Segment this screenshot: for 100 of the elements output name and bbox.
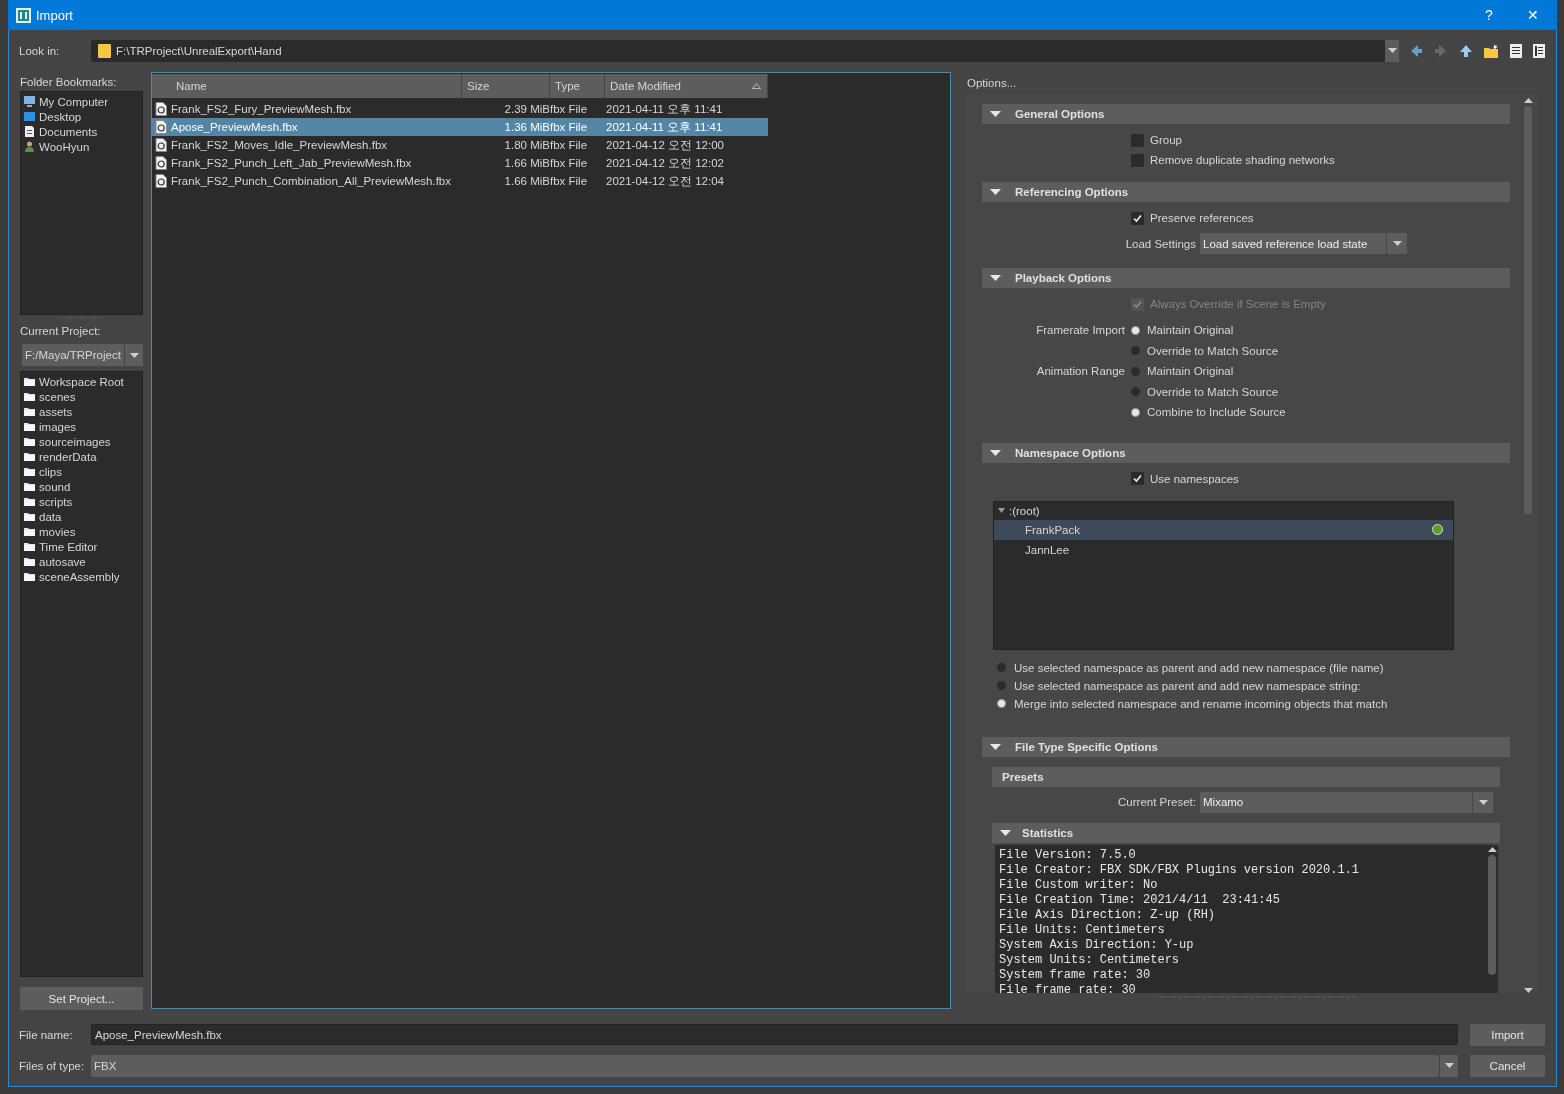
folder-item[interactable]: data xyxy=(39,510,62,523)
dropdown-button[interactable] xyxy=(125,344,143,366)
column-header[interactable]: Date Modified xyxy=(605,74,768,98)
checkbox[interactable] xyxy=(1131,153,1144,167)
file-name: Frank_FS2_Moves_Idle_PreviewMesh.fbx xyxy=(171,139,388,151)
folder-item[interactable]: autosave xyxy=(39,555,86,568)
folder-item[interactable]: Workspace Root xyxy=(39,375,124,388)
collapse-arrow-icon xyxy=(989,189,1001,195)
bookmark-item[interactable]: Desktop xyxy=(39,110,82,123)
dropdown-button[interactable] xyxy=(1387,233,1407,254)
folder-icon xyxy=(24,467,35,476)
window-title: Import xyxy=(36,7,73,23)
section-header[interactable]: File Type Specific Options xyxy=(982,736,1510,757)
folder-item[interactable]: sourceimages xyxy=(39,435,111,448)
checkbox-label: Remove duplicate shading networks xyxy=(1150,154,1335,166)
up-arrow-icon[interactable] xyxy=(1459,43,1473,58)
dropdown-field[interactable]: Load saved reference load state xyxy=(1200,233,1386,254)
column-header[interactable]: Size xyxy=(462,74,550,98)
folder-item[interactable]: images xyxy=(39,420,77,433)
folder-icon xyxy=(24,407,35,416)
folder-item[interactable]: clips xyxy=(39,465,62,478)
radio-button[interactable] xyxy=(997,681,1006,690)
computer-icon xyxy=(24,96,35,107)
resize-grip-icon xyxy=(61,316,102,319)
section-header[interactable]: Referencing Options xyxy=(982,182,1510,202)
tree-row[interactable]: FrankPack xyxy=(994,519,1453,540)
current-project-label: Current Project: xyxy=(20,324,101,337)
section-header[interactable]: General Options xyxy=(982,104,1510,124)
dropdown-field[interactable]: Mixamo xyxy=(1200,791,1472,813)
list-view-icon[interactable] xyxy=(1510,43,1522,58)
look-in-field[interactable]: F:\TRProject\UnrealExport\Hand xyxy=(91,39,1385,62)
file-type: fbx File xyxy=(550,103,589,115)
cancel-button[interactable]: Cancel xyxy=(1470,1054,1545,1077)
file-row[interactable]: Frank_FS2_Punch_Left_Jab_PreviewMesh.fbx 1.66 MiBfbx File 2021-04-12 오전 12:02 xyxy=(152,154,768,172)
folder-icon xyxy=(24,377,35,386)
radio-label: Maintain Original xyxy=(1147,324,1234,337)
scroll-up-icon[interactable] xyxy=(1487,846,1497,852)
project-dropdown[interactable]: F:/Maya/TRProject xyxy=(22,344,124,366)
radio-button[interactable] xyxy=(997,699,1006,708)
radio-button[interactable] xyxy=(1131,325,1140,335)
file-row[interactable]: Frank_FS2_Punch_Combination_All_PreviewMesh.fbx 1.66 MiBfbx File 2021-04-12 오전 12:04 xyxy=(152,172,768,190)
folder-item[interactable]: assets xyxy=(39,405,73,418)
radio-button[interactable] xyxy=(1131,366,1140,376)
dropdown-button[interactable] xyxy=(1440,1054,1458,1077)
tree-item[interactable]: :(root) xyxy=(1009,504,1040,517)
radio-button[interactable] xyxy=(997,663,1006,672)
field-label: Framerate Import xyxy=(1035,323,1126,338)
folder-item[interactable]: renderData xyxy=(39,450,97,463)
column-header[interactable]: Name xyxy=(152,74,462,98)
dropdown-button[interactable] xyxy=(1473,791,1493,813)
scrollbar-thumb[interactable] xyxy=(1488,854,1496,975)
bookmark-item[interactable]: My Computer xyxy=(39,95,109,108)
radio-button[interactable] xyxy=(1131,407,1140,417)
folder-item[interactable]: sound xyxy=(39,480,71,493)
checkbox[interactable] xyxy=(1131,472,1144,485)
checkbox[interactable] xyxy=(1131,133,1144,147)
caret-icon xyxy=(1478,799,1488,805)
set-project-button[interactable]: Set Project... xyxy=(20,987,143,1010)
section-header[interactable]: Playback Options xyxy=(982,268,1510,288)
folder-item[interactable]: scenes xyxy=(39,390,76,403)
detail-view-icon[interactable] xyxy=(1533,43,1545,58)
section-header[interactable]: Namespace Options xyxy=(982,442,1510,463)
checkbox[interactable] xyxy=(1131,211,1144,225)
subsection-header[interactable]: Statistics xyxy=(992,822,1500,843)
help-button[interactable]: ? xyxy=(1467,7,1511,23)
statistics-text: File Version: 7.5.0 File Creator: FBX SDK/FBX Plugins version 2020.1.1 File Custom writer: No File Creation Time: 2021/4/11 23:41:45 File Axis Direction: Z-up (RH) File Units: Centimeters System Axis Direction: Y-up System Units: Centimeters System frame rate: 30 File frame rate: 30 xyxy=(998,846,1361,993)
file-row[interactable]: Frank_FS2_Fury_PreviewMesh.fbx 2.39 MiBfbx File 2021-04-11 오후 11:41 xyxy=(152,100,768,118)
collapse-arrow-icon xyxy=(989,743,1001,750)
folder-item[interactable]: Time Editor xyxy=(39,540,98,553)
folder-icon xyxy=(24,527,35,536)
look-in-label: Look in: xyxy=(19,44,61,57)
scroll-up-icon[interactable] xyxy=(1523,98,1533,103)
tree-row[interactable]: JannLee xyxy=(994,539,1453,560)
file-date: 2021-04-12 오전 12:04 xyxy=(605,173,725,189)
file-date: 2021-04-12 오전 12:02 xyxy=(605,155,725,171)
folder-icon xyxy=(24,512,35,521)
subsection-header[interactable]: Presets xyxy=(992,766,1500,787)
folder-item[interactable]: scripts xyxy=(39,495,73,508)
bookmark-item[interactable]: WooHyun xyxy=(39,140,90,153)
scroll-down-icon[interactable] xyxy=(1523,988,1533,993)
file-name-field[interactable]: Apose_PreviewMesh.fbx xyxy=(91,1024,1458,1045)
import-button[interactable]: Import xyxy=(1470,1023,1545,1046)
back-arrow-icon[interactable] xyxy=(1409,43,1423,58)
file-type: fbx File xyxy=(550,139,589,151)
radio-button[interactable] xyxy=(1131,346,1140,356)
folder-item[interactable]: sceneAssembly xyxy=(39,570,120,583)
column-header[interactable]: Type xyxy=(550,74,605,98)
bookmark-item[interactable]: Documents xyxy=(39,125,98,138)
folder-item[interactable]: movies xyxy=(39,525,76,538)
close-button[interactable]: ✕ xyxy=(1511,7,1555,23)
folder-icon xyxy=(24,497,35,506)
new-folder-icon[interactable] xyxy=(1484,43,1499,58)
dropdown-button[interactable] xyxy=(1385,39,1399,62)
file-row[interactable]: Frank_FS2_Moves_Idle_PreviewMesh.fbx 1.80 MiBfbx File 2021-04-12 오전 12:00 xyxy=(152,136,768,154)
file-row[interactable]: Apose_PreviewMesh.fbx 1.36 MiBfbx File 2021-04-11 오후 11:41 xyxy=(152,118,768,136)
file-type-dropdown[interactable]: FBX xyxy=(91,1054,1439,1077)
radio-button[interactable] xyxy=(1131,387,1140,397)
field-label: Animation Range xyxy=(1035,364,1126,379)
user-icon xyxy=(24,141,35,152)
folder-icon xyxy=(24,572,35,581)
